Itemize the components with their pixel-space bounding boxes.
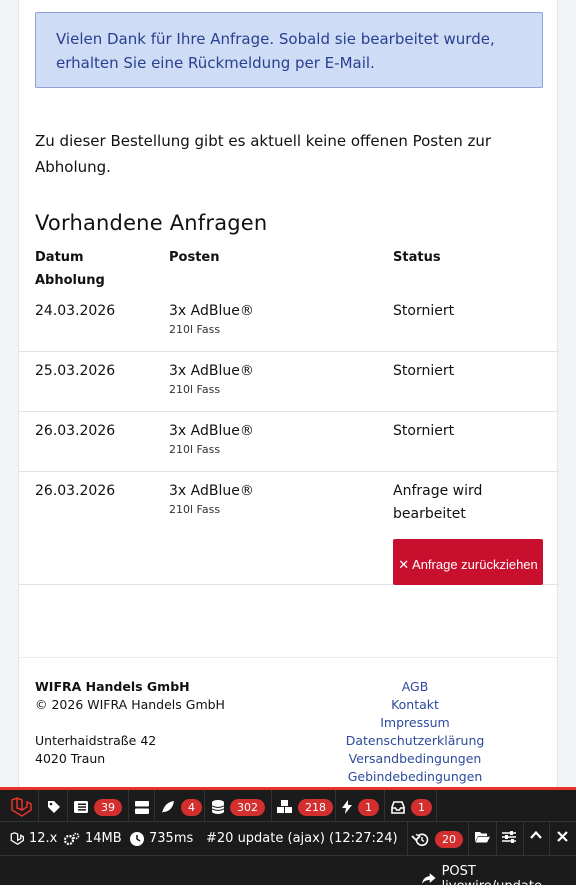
table-row: 24.03.2026 3x AdBlue® 210l Fass Stornier… (19, 300, 559, 352)
row-item-detail: 210l Fass (169, 323, 221, 336)
table-row: 25.03.2026 3x AdBlue® 210l Fass Stornier… (19, 360, 559, 412)
row-date: 25.03.2026 (35, 363, 116, 379)
row-status: Storniert (393, 303, 455, 319)
debug-bar-status: 12.x 14MB 735ms #20 update (ajax) (12:27… (0, 822, 576, 856)
requests-title: Vorhandene Anfragen (35, 211, 268, 235)
row-date: 26.03.2026 (35, 483, 116, 499)
footer-address: WIFRA Handels GmbH © 2026 WIFRA Handels … (35, 678, 225, 768)
row-item: 3x AdBlue® (169, 423, 254, 439)
row-date: 26.03.2026 (35, 423, 116, 439)
bolt-icon (342, 800, 352, 814)
requests-table-header: Datum Abholung Posten Status (19, 246, 559, 294)
models-tab[interactable]: 218 (277, 797, 333, 817)
history-tab[interactable]: 20 (415, 831, 463, 848)
request-select-value: #20 update (ajax) (12:27:24) (206, 831, 398, 846)
footer-link-agb[interactable]: AGB (335, 678, 495, 696)
route-info[interactable]: POST livewire/update (422, 864, 576, 885)
share-icon (422, 873, 436, 884)
no-open-items-note: Zu dieser Bestellung gibt es aktuell kei… (35, 132, 492, 176)
footer-link-gebinde[interactable]: Gebindebedingungen (335, 768, 495, 786)
row-item-detail: 210l Fass (169, 443, 221, 456)
models-count: 218 (298, 798, 333, 816)
folder-open-icon[interactable] (475, 831, 490, 843)
laravel-logo-icon[interactable] (10, 797, 32, 817)
mails-count: 1 (411, 798, 432, 816)
memory-usage: 14MB (63, 831, 122, 846)
footer-link-datenschutz[interactable]: Datenschutzerklärung (335, 732, 495, 750)
laravel-icon (10, 832, 24, 845)
views-count: 4 (181, 798, 202, 816)
row-status: Anfrage wird bearbeitet (393, 483, 483, 522)
list-icon (74, 801, 88, 813)
leaf-icon (162, 801, 174, 813)
debug-bar-tabs: 39 4 302 218 1 1 (0, 790, 576, 822)
footer-links: AGB Kontakt Impressum Datenschutzerkläru… (335, 678, 495, 786)
row-item: 3x AdBlue® (169, 483, 254, 499)
footer-link-versand[interactable]: Versandbedingungen (335, 750, 495, 768)
header-items: Posten (169, 250, 220, 265)
database-icon (212, 800, 224, 814)
table-row: 26.03.2026 3x AdBlue® 210l Fass Stornier… (19, 420, 559, 472)
debug-bar: 39 4 302 218 1 1 12.x 14MB 735ms #20 upd… (0, 787, 576, 885)
debug-bar-route: POST livewire/update (0, 856, 576, 885)
inbox-icon (391, 800, 405, 814)
row-item-detail: 210l Fass (169, 383, 221, 396)
row-item: 3x AdBlue® (169, 363, 254, 379)
messages-count: 39 (94, 798, 122, 816)
alert-text: Vielen Dank für Ihre Anfrage. Sobald sie… (56, 30, 495, 72)
order-card: Vielen Dank für Ihre Anfrage. Sobald sie… (18, 0, 559, 790)
chevron-up-icon[interactable] (530, 831, 542, 839)
withdraw-request-button[interactable]: ✕ Anfrage zurückziehen (393, 539, 543, 585)
row-item-detail: 210l Fass (169, 503, 221, 516)
row-status: Storniert (393, 423, 455, 439)
cogs-icon (63, 832, 80, 845)
table-row: 26.03.2026 3x AdBlue® 210l Fass Anfrage … (19, 480, 559, 585)
row-status: Storniert (393, 363, 455, 379)
cubes-icon (277, 800, 292, 813)
request-duration: 735ms (130, 831, 193, 846)
laravel-version: 12.x (10, 831, 57, 846)
request-select[interactable]: #20 update (ajax) (12:27:24) (206, 831, 421, 846)
site-footer: WIFRA Handels GmbH © 2026 WIFRA Handels … (19, 657, 559, 790)
history-count: 20 (435, 831, 463, 848)
row-date: 24.03.2026 (35, 303, 116, 319)
events-tab[interactable]: 1 (342, 797, 379, 817)
settings-sliders-icon[interactable] (502, 831, 516, 843)
history-icon (415, 833, 429, 846)
row-item: 3x AdBlue® (169, 303, 254, 319)
queries-count: 302 (230, 798, 265, 816)
messages-tab[interactable]: 39 (74, 797, 122, 817)
footer-street: Unterhaidstraße 42 (35, 733, 157, 748)
footer-copyright: © 2026 WIFRA Handels GmbH (35, 697, 225, 712)
footer-link-kontakt[interactable]: Kontakt (335, 696, 495, 714)
success-alert: Vielen Dank für Ihre Anfrage. Sobald sie… (35, 12, 543, 88)
queries-tab[interactable]: 302 (212, 797, 265, 817)
views-tab[interactable]: 4 (161, 797, 202, 817)
footer-company: WIFRA Handels GmbH (35, 679, 190, 694)
close-icon[interactable] (557, 831, 568, 842)
footer-link-impressum[interactable]: Impressum (335, 714, 495, 732)
events-count: 1 (358, 798, 379, 816)
clock-icon (130, 831, 144, 846)
tag-icon[interactable] (47, 797, 61, 817)
footer-city: 4020 Traun (35, 751, 106, 766)
header-status: Status (393, 250, 441, 265)
header-date: Datum Abholung (35, 250, 105, 288)
mails-tab[interactable]: 1 (391, 797, 432, 817)
server-icon[interactable] (135, 797, 149, 817)
